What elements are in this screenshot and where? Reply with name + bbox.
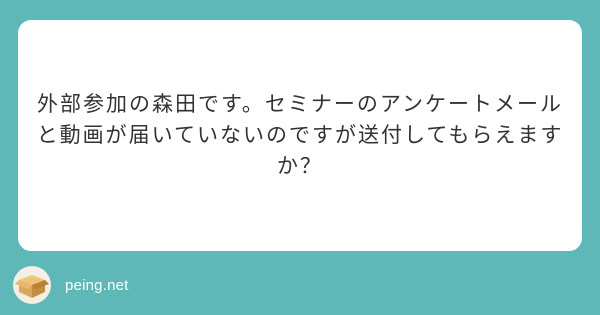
brand-name[interactable]: peing.net: [65, 277, 129, 294]
question-card: 外部参加の森田です。セミナーのアンケートメールと動画が届いていないのですが送付し…: [18, 20, 582, 251]
box-icon: [13, 266, 51, 304]
question-text: 外部参加の森田です。セミナーのアンケートメールと動画が届いていないのですが送付し…: [36, 92, 564, 178]
brand[interactable]: peing.net: [13, 266, 129, 304]
